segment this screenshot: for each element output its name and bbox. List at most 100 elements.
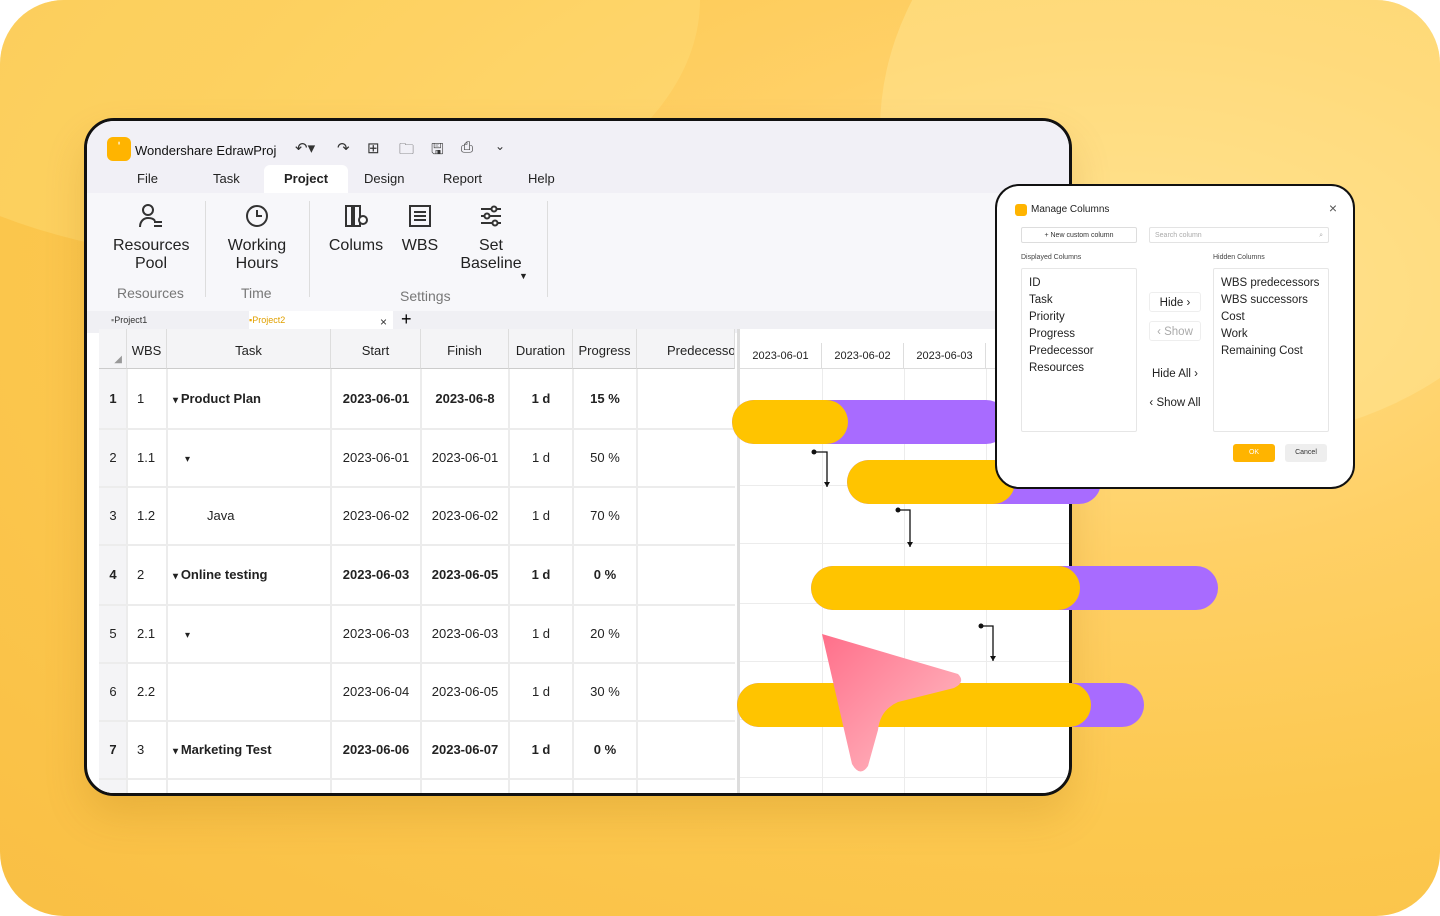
progress-cell[interactable]: 30 % (573, 684, 637, 699)
wbs-cell[interactable]: 1.1 (127, 450, 167, 465)
menu-report[interactable]: Report (443, 171, 482, 186)
progress-cell[interactable]: 0 % (573, 742, 637, 757)
task-cell[interactable]: ▾ Product Plan (167, 391, 331, 406)
gantt-task-bar[interactable] (732, 400, 1008, 444)
cancel-button[interactable]: Cancel (1285, 444, 1327, 462)
start-cell[interactable]: 2023-06-01 (331, 391, 421, 406)
search-column-input[interactable]: Search column ⌕ (1149, 227, 1329, 243)
duration-cell[interactable]: 1 d (509, 626, 573, 641)
wbs-cell[interactable]: 2.1 (127, 626, 167, 641)
displayed-column-item[interactable]: Progress (1029, 328, 1075, 340)
gantt-task-bar[interactable] (811, 566, 1218, 610)
select-all-corner[interactable]: ◢ (99, 329, 127, 369)
menu-file[interactable]: File (137, 171, 158, 186)
wbs-cell[interactable]: 2.2 (127, 684, 167, 699)
wbs-cell[interactable]: 1.2 (127, 508, 167, 523)
save-icon[interactable]: 🖫 (431, 139, 444, 164)
wbs-cell[interactable]: 1 (127, 391, 167, 406)
add-tab-icon[interactable]: + (401, 309, 412, 330)
show-button[interactable]: ‹ Show (1149, 321, 1201, 341)
column-header-duration[interactable]: Duration (509, 329, 573, 369)
displayed-column-item[interactable]: ID (1029, 277, 1041, 289)
start-cell[interactable]: 2023-06-04 (331, 684, 421, 699)
collapse-toggle-icon[interactable]: ▾ (173, 746, 181, 757)
hidden-column-item[interactable]: Cost (1221, 311, 1245, 323)
duration-cell[interactable]: 1 d (509, 508, 573, 523)
column-header-task[interactable]: Task (167, 329, 331, 369)
duration-cell[interactable]: 1 d (509, 684, 573, 699)
table-row[interactable]: 5 2.1 ▾ 2023-06-03 2023-06-03 1 d 20 % (99, 605, 735, 663)
hidden-column-item[interactable]: WBS predecessors (1221, 277, 1319, 289)
new-icon[interactable]: ⊞ (367, 139, 380, 157)
customize-toolbar-icon[interactable]: ⌄ (495, 139, 505, 153)
show-all-button[interactable]: ‹ Show All (1145, 393, 1205, 413)
finish-cell[interactable]: 2023-06-05 (421, 684, 509, 699)
displayed-column-item[interactable]: Task (1029, 294, 1053, 306)
table-row[interactable]: 4 2 ▾ Online testing 2023-06-03 2023-06-05 1 … (99, 545, 735, 605)
hide-button[interactable]: Hide › (1149, 292, 1201, 312)
hidden-column-item[interactable]: WBS successors (1221, 294, 1308, 306)
redo-icon[interactable]: ↷ (337, 139, 350, 157)
collapse-toggle-icon[interactable]: ▾ (185, 630, 190, 641)
column-header-wbs[interactable]: WBS (127, 329, 167, 369)
progress-cell[interactable]: 0 % (573, 567, 637, 582)
hide-all-button[interactable]: Hide All › (1147, 364, 1203, 384)
column-header-predecesso[interactable]: Predecesso (637, 329, 735, 369)
menu-project[interactable]: Project (264, 165, 349, 193)
hidden-column-item[interactable]: Work (1221, 328, 1248, 340)
collapse-toggle-icon[interactable]: ▾ (185, 454, 190, 465)
duration-cell[interactable]: 1 d (509, 742, 573, 757)
table-row[interactable]: 6 2.2 2023-06-04 2023-06-05 1 d 30 % (99, 663, 735, 721)
column-header-finish[interactable]: Finish (421, 329, 509, 369)
working-hours-button[interactable]: Working Hours (219, 203, 295, 273)
finish-cell[interactable]: 2023-06-07 (421, 742, 509, 757)
undo-icon[interactable]: ↶▾ (295, 139, 315, 157)
finish-cell[interactable]: 2023-06-02 (421, 508, 509, 523)
wbs-cell[interactable]: 3 (127, 742, 167, 757)
progress-cell[interactable]: 50 % (573, 450, 637, 465)
progress-cell[interactable]: 70 % (573, 508, 637, 523)
duration-cell[interactable]: 1 d (509, 567, 573, 582)
progress-cell[interactable]: 15 % (573, 391, 637, 406)
collapse-toggle-icon[interactable]: ▾ (173, 571, 181, 582)
menu-task[interactable]: Task (213, 171, 240, 186)
progress-cell[interactable]: 20 % (573, 626, 637, 641)
finish-cell[interactable]: 2023-06-01 (421, 450, 509, 465)
start-cell[interactable]: 2023-06-02 (331, 508, 421, 523)
ok-button[interactable]: OK (1233, 444, 1275, 462)
set-baseline-button[interactable]: Set Baseline ▼ (451, 203, 531, 281)
task-cell[interactable]: ▾ Online testing (167, 567, 331, 582)
start-cell[interactable]: 2023-06-03 (331, 626, 421, 641)
table-row[interactable]: 1 1 ▾ Product Plan 2023-06-01 2023-06-8 1 d 15… (99, 369, 735, 429)
table-row[interactable]: 3 1.2 Java 2023-06-02 2023-06-02 1 d 70 % (99, 487, 735, 545)
hidden-column-item[interactable]: Remaining Cost (1221, 345, 1303, 357)
task-cell[interactable]: ▾ (167, 450, 331, 465)
table-row[interactable]: 7 3 ▾ Marketing Test 2023-06-06 2023-06-07 1 … (99, 721, 735, 779)
resources-pool-button[interactable]: Resources Pool (113, 203, 189, 273)
open-folder-icon[interactable]: 🗀 (399, 139, 414, 164)
wbs-button[interactable]: WBS (399, 203, 441, 255)
wbs-cell[interactable]: 2 (127, 567, 167, 582)
duration-cell[interactable]: 1 d (509, 450, 573, 465)
menu-help[interactable]: Help (528, 171, 555, 186)
new-custom-column-button[interactable]: + New custom column (1021, 227, 1137, 243)
table-row[interactable]: 2 1.1 ▾ 2023-06-01 2023-06-01 1 d 50 % (99, 429, 735, 487)
start-cell[interactable]: 2023-06-01 (331, 450, 421, 465)
finish-cell[interactable]: 2023-06-8 (421, 391, 509, 406)
start-cell[interactable]: 2023-06-06 (331, 742, 421, 757)
columns-button[interactable]: Colums (325, 203, 387, 255)
task-cell[interactable]: Java (167, 508, 331, 523)
finish-cell[interactable]: 2023-06-05 (421, 567, 509, 582)
print-icon[interactable]: ⎙ (461, 139, 473, 156)
duration-cell[interactable]: 1 d (509, 391, 573, 406)
displayed-column-item[interactable]: Priority (1029, 311, 1065, 323)
displayed-column-item[interactable]: Resources (1029, 362, 1084, 374)
column-header-start[interactable]: Start (331, 329, 421, 369)
menu-design[interactable]: Design (364, 171, 404, 186)
displayed-column-item[interactable]: Predecessor (1029, 345, 1094, 357)
start-cell[interactable]: 2023-06-03 (331, 567, 421, 582)
task-cell[interactable]: ▾ (167, 626, 331, 641)
finish-cell[interactable]: 2023-06-03 (421, 626, 509, 641)
collapse-toggle-icon[interactable]: ▾ (173, 395, 181, 406)
column-header-progress[interactable]: Progress (573, 329, 637, 369)
